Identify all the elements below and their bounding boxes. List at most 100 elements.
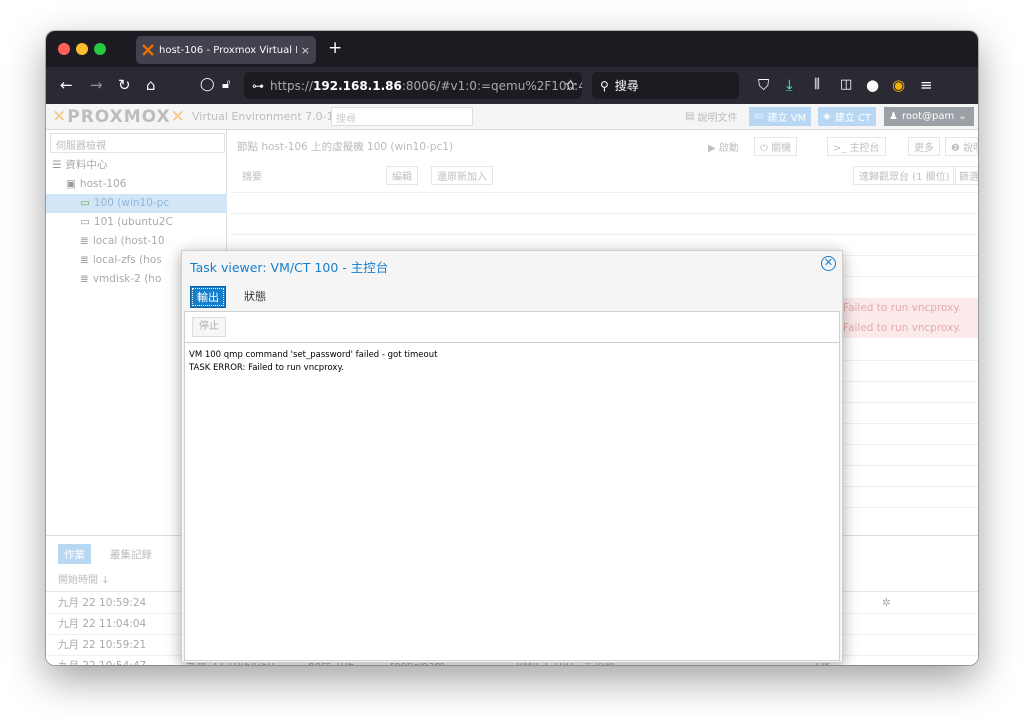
reload-icon[interactable]: ↻ bbox=[118, 75, 131, 95]
shield-icon[interactable]: ◯ bbox=[200, 75, 215, 95]
zoom-window-button[interactable] bbox=[94, 43, 106, 55]
tree-item[interactable]: ☰ 資料中心 bbox=[46, 156, 227, 175]
more-button[interactable]: 更多 bbox=[908, 137, 940, 156]
shutdown-button[interactable]: ⏻ 關機 bbox=[754, 137, 798, 156]
start-button[interactable]: ▶ 啟動 bbox=[703, 137, 744, 156]
grid-divider bbox=[231, 213, 978, 214]
task-viewer-dialog: Task viewer: VM/CT 100 - 主控台 ✕ 輸出 狀態 停止 … bbox=[181, 250, 843, 663]
loading-spinner-icon: ✲ bbox=[882, 597, 891, 609]
url-scheme: https:// bbox=[270, 78, 314, 93]
log-line: VM 100 qmp command 'set_password' failed… bbox=[189, 350, 438, 360]
book-icon: ▤ bbox=[685, 111, 695, 122]
tree-item[interactable]: ▭ 100 (win10-pc bbox=[46, 194, 227, 213]
storage-icon: ≣ bbox=[80, 254, 89, 266]
close-window-button[interactable] bbox=[58, 43, 70, 55]
logo-text: PROXMOX bbox=[67, 107, 171, 127]
tree-item[interactable]: ≣ local (host-10 bbox=[46, 232, 227, 251]
url-path: :8006/#v1:0:=qemu%2F100:4:5:=c bbox=[401, 78, 582, 93]
grid-divider bbox=[231, 234, 978, 235]
pve-header: ✕PROXMOX✕ Virtual Environment 7.0-11 搜尋 … bbox=[46, 104, 978, 130]
storage-icon: ≣ bbox=[80, 235, 89, 247]
pocket-icon[interactable]: ⛉ bbox=[758, 75, 769, 95]
home-icon[interactable]: ⌂ bbox=[146, 75, 156, 95]
extension-icon[interactable]: ● bbox=[866, 75, 879, 95]
cube-icon: ◈ bbox=[823, 111, 831, 122]
proxmox-app: ✕PROXMOX✕ Virtual Environment 7.0-11 搜尋 … bbox=[46, 104, 978, 665]
permissions-key-icon[interactable]: ⊶ bbox=[252, 79, 264, 93]
magnifier-icon: ⚲ bbox=[600, 78, 609, 93]
tab-cluster-log[interactable]: 叢集記錄 bbox=[104, 544, 158, 564]
tab-title: host-106 - Proxmox Virtual Envi bbox=[159, 44, 297, 56]
tab-output[interactable]: 輸出 bbox=[190, 286, 226, 308]
monitor-icon: ▭ bbox=[754, 111, 764, 122]
tree-item-label: host-106 bbox=[79, 178, 127, 190]
browser-window: host-106 - Proxmox Virtual Envi × + ← → … bbox=[46, 31, 978, 665]
tree-item-label: 101 (ubuntu2C bbox=[93, 216, 173, 228]
cell-start: 九月 22 10:54:47 bbox=[58, 656, 146, 665]
tree-item-label: local (host-10 bbox=[92, 235, 165, 247]
create-vm-label: 建立 VM bbox=[767, 113, 807, 124]
back-arrow-icon[interactable]: ← bbox=[60, 75, 73, 95]
view-selector[interactable]: 伺服器檢視 bbox=[50, 133, 225, 153]
browser-tab-active[interactable]: host-106 - Proxmox Virtual Envi × bbox=[136, 36, 316, 64]
pve-search-input[interactable]: 搜尋 bbox=[331, 107, 473, 126]
library-icon[interactable]: ⫼ bbox=[814, 75, 820, 95]
grid-divider bbox=[231, 192, 978, 193]
cell-start: 九月 22 11:04:04 bbox=[58, 618, 147, 630]
vm-running-icon: ▭ bbox=[80, 197, 90, 209]
browser-tab-strip: host-106 - Proxmox Virtual Envi × + bbox=[46, 31, 978, 67]
cluster-filter-button[interactable]: 達歸觀眾台 (1 欄位) bbox=[853, 166, 956, 185]
proxmox-favicon-icon bbox=[142, 44, 154, 56]
cell-start: 九月 22 10:59:21 bbox=[58, 639, 147, 651]
close-tab-icon[interactable]: × bbox=[301, 44, 310, 57]
create-vm-button[interactable]: ▭ 建立 VM bbox=[749, 107, 812, 126]
url-bar[interactable]: ⊶ https://192.168.1.86:8006/#v1:0:=qemu%… bbox=[244, 72, 582, 99]
log-line: TASK ERROR: Failed to run vncproxy. bbox=[189, 363, 344, 373]
help-button[interactable]: ❷ 說明 bbox=[945, 137, 978, 156]
server-rack-icon: ☰ bbox=[52, 159, 62, 171]
tree-item-label: local-zfs (hos bbox=[92, 254, 162, 266]
tab-status[interactable]: 狀態 bbox=[238, 286, 272, 308]
product-version: Virtual Environment 7.0-11 bbox=[192, 110, 341, 123]
dialog-toolbar: 停止 bbox=[185, 312, 839, 343]
stop-button[interactable]: 停止 bbox=[192, 317, 226, 337]
tree-item[interactable]: ▣ host-106 bbox=[46, 175, 227, 194]
create-ct-label: 建立 CT bbox=[834, 113, 871, 124]
node-icon: ▣ bbox=[66, 178, 76, 190]
sidebar-icon[interactable]: ◫ bbox=[840, 75, 852, 95]
task-output-log: VM 100 qmp command 'set_password' failed… bbox=[189, 349, 829, 375]
revert-button[interactable]: 還原新加入 bbox=[431, 166, 493, 185]
browser-nav-bar: ← → ↻ ⌂ ◯ 🔓︎ ⊶ https://192.168.1.86:8006… bbox=[46, 67, 978, 104]
forward-arrow-icon[interactable]: → bbox=[90, 75, 103, 95]
vm-icon: ▭ bbox=[80, 216, 90, 228]
tree-item-label: vmdisk-2 (ho bbox=[92, 273, 162, 285]
summary-tab[interactable]: 摘要 bbox=[237, 166, 267, 185]
cell-start: 九月 22 10:59:24 bbox=[58, 597, 147, 609]
new-tab-button[interactable]: + bbox=[328, 38, 342, 58]
user-menu-button[interactable]: ♟ root@pam ⌄ bbox=[884, 107, 974, 126]
user-icon: ♟ bbox=[889, 111, 898, 122]
proxmox-logo: ✕PROXMOX✕ bbox=[52, 107, 186, 127]
downloads-icon[interactable]: ⤓ bbox=[786, 75, 793, 95]
close-icon[interactable]: ✕ bbox=[821, 256, 836, 271]
bookmark-star-icon[interactable]: ☆ bbox=[564, 75, 577, 95]
browser-search-placeholder: 搜尋 bbox=[614, 79, 639, 93]
storage-icon: ≣ bbox=[80, 273, 89, 285]
edit-button[interactable]: 編輯 bbox=[386, 166, 418, 185]
docs-button[interactable]: ▤ 說明文件 bbox=[680, 107, 742, 126]
tree-item[interactable]: ▭ 101 (ubuntu2C bbox=[46, 213, 227, 232]
tab-tasks[interactable]: 作業 bbox=[58, 544, 91, 564]
browser-search-box[interactable]: ⚲ 搜尋 bbox=[592, 72, 739, 99]
menu-icon[interactable]: ≡ bbox=[920, 75, 933, 95]
tree-item-label: 資料中心 bbox=[65, 159, 108, 171]
start-time-column[interactable]: 開始時間 ↓ bbox=[58, 570, 110, 592]
tree-item-label: 100 (win10-pc bbox=[93, 197, 170, 209]
minimize-window-button[interactable] bbox=[76, 43, 88, 55]
filter-button[interactable]: 篩選器 bbox=[953, 166, 978, 185]
lock-warning-icon[interactable]: 🔓︎ bbox=[222, 75, 230, 95]
create-ct-button[interactable]: ◈ 建立 CT bbox=[818, 107, 876, 126]
url-host: 192.168.1.86 bbox=[313, 78, 402, 93]
dialog-title: Task viewer: VM/CT 100 - 主控台 bbox=[190, 260, 389, 275]
addon-icon[interactable]: ◉ bbox=[892, 75, 905, 95]
console-button[interactable]: >_ 主控台 bbox=[827, 137, 886, 156]
